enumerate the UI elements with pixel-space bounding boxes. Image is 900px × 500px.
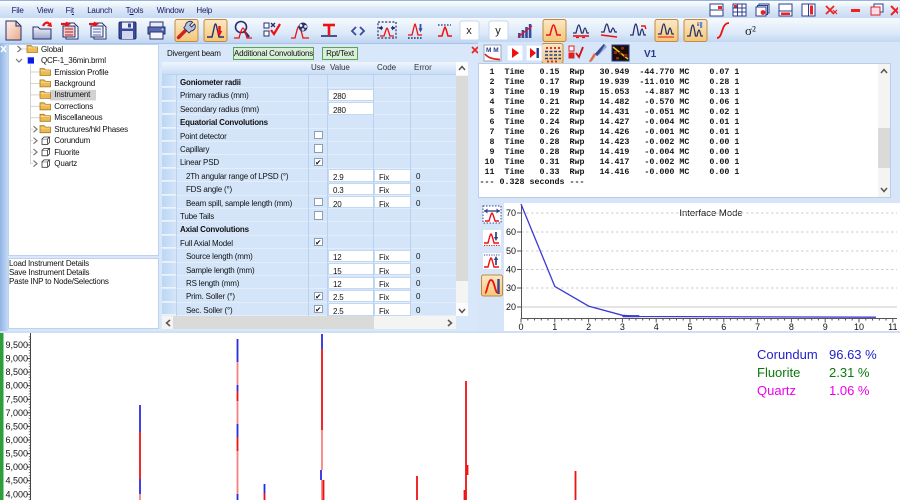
- svg-text:30: 30: [506, 283, 516, 293]
- svg-text:6,500: 6,500: [5, 421, 28, 431]
- svg-text:0: 0: [518, 322, 523, 331]
- svg-text:8,000: 8,000: [5, 381, 28, 391]
- svg-text:1: 1: [552, 322, 557, 331]
- svg-text:8,500: 8,500: [5, 367, 28, 377]
- svg-text:10: 10: [854, 322, 864, 331]
- svg-text:5: 5: [687, 322, 692, 331]
- svg-text:8: 8: [789, 322, 794, 331]
- svg-text:50: 50: [506, 246, 516, 256]
- svg-text:x: x: [466, 25, 472, 37]
- svg-text:9: 9: [823, 322, 828, 331]
- svg-text:7: 7: [755, 322, 760, 331]
- svg-text:7,000: 7,000: [5, 408, 28, 418]
- svg-text:7,500: 7,500: [5, 394, 28, 404]
- svg-text:4: 4: [654, 322, 659, 331]
- svg-text:9,500: 9,500: [5, 340, 28, 350]
- svg-text:2: 2: [586, 322, 591, 331]
- svg-text:4,500: 4,500: [5, 476, 28, 486]
- svg-text:4,000: 4,000: [5, 489, 28, 499]
- svg-text:V1: V1: [644, 49, 657, 60]
- svg-text:11: 11: [888, 322, 897, 331]
- svg-text:9,000: 9,000: [5, 354, 28, 364]
- svg-text:5,000: 5,000: [5, 462, 28, 472]
- svg-text:40: 40: [506, 265, 516, 275]
- svg-text:3: 3: [620, 322, 625, 331]
- svg-text:20: 20: [506, 302, 516, 312]
- svg-text:70: 70: [506, 208, 516, 218]
- svg-text:M M: M M: [486, 47, 499, 54]
- svg-text:σ²: σ²: [745, 23, 756, 38]
- svg-text:6,000: 6,000: [5, 435, 28, 445]
- svg-text:6: 6: [721, 322, 726, 331]
- svg-text:y: y: [495, 25, 501, 37]
- svg-text:60: 60: [506, 227, 516, 237]
- svg-text:5,500: 5,500: [5, 449, 28, 459]
